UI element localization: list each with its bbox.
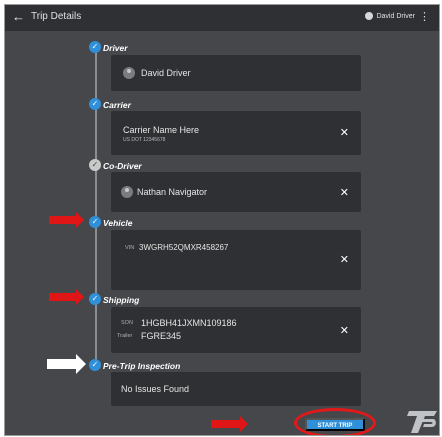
son-label: SON xyxy=(121,320,133,326)
white-arrow-annotation xyxy=(47,354,86,374)
people-icon xyxy=(121,186,133,198)
co-driver-name: Nathan Navigator xyxy=(137,187,208,197)
check-icon: ✓ xyxy=(89,159,101,171)
driver-name: David Driver xyxy=(141,68,191,78)
check-icon: ✓ xyxy=(89,216,101,228)
user-avatar-icon xyxy=(365,12,374,20)
co-driver-card[interactable]: Nathan Navigator ✕ xyxy=(111,172,361,212)
step-label-co-driver: Co-Driver xyxy=(103,161,142,171)
trailer-label: Trailer xyxy=(117,333,133,339)
check-icon: ✓ xyxy=(89,41,101,53)
close-icon[interactable]: ✕ xyxy=(340,254,349,266)
check-icon: ✓ xyxy=(89,359,101,371)
inspection-value: No Issues Found xyxy=(121,384,190,394)
vin-value: 3WGRH52QMXR458267 xyxy=(139,243,229,252)
vin-label: VIN xyxy=(125,245,135,251)
back-arrow-icon[interactable]: ← xyxy=(12,9,25,25)
person-icon xyxy=(123,67,135,79)
close-icon[interactable]: ✕ xyxy=(340,187,349,199)
start-trip-button[interactable]: START TRIP xyxy=(305,418,365,431)
red-arrow-annotation xyxy=(211,416,248,432)
user-menu[interactable]: David Driver xyxy=(365,12,415,20)
trip-details-screen: ← Trip Details David Driver ⋮ ✓ Driver D… xyxy=(4,4,440,436)
inspection-card[interactable]: No Issues Found xyxy=(111,372,361,406)
check-icon: ✓ xyxy=(89,98,101,110)
step-label-carrier: Carrier xyxy=(103,100,131,110)
page-title: Trip Details xyxy=(31,11,82,22)
step-label-vehicle: Vehicle xyxy=(103,218,133,228)
shipping-card[interactable]: SON 1HGBH41JXMN109186 Trailer FGRE345 ✕ xyxy=(111,307,361,353)
brand-logo-icon xyxy=(407,411,437,433)
son-value: 1HGBH41JXMN109186 xyxy=(141,318,237,328)
red-arrow-annotation xyxy=(49,289,84,305)
driver-card[interactable]: David Driver xyxy=(111,55,361,91)
app-header: ← Trip Details David Driver ⋮ xyxy=(5,5,439,31)
red-arrow-annotation xyxy=(49,212,84,228)
user-name: David Driver xyxy=(376,12,415,20)
carrier-dot: US DOT 12345678 xyxy=(123,137,166,143)
close-icon[interactable]: ✕ xyxy=(340,325,349,337)
close-icon[interactable]: ✕ xyxy=(340,127,349,139)
timeline-line xyxy=(95,47,97,367)
step-label-shipping: Shipping xyxy=(103,295,140,305)
vehicle-card[interactable]: VIN 3WGRH52QMXR458267 ✕ xyxy=(111,230,361,290)
step-label-driver: Driver xyxy=(103,43,128,53)
trailer-value: FGRE345 xyxy=(141,331,182,341)
check-icon: ✓ xyxy=(89,293,101,305)
carrier-name: Carrier Name Here xyxy=(123,125,200,135)
step-label-pre-trip-inspection: Pre-Trip Inspection xyxy=(103,361,181,371)
carrier-card[interactable]: Carrier Name Here US DOT 12345678 ✕ xyxy=(111,111,361,155)
more-vert-icon[interactable]: ⋮ xyxy=(419,10,430,24)
